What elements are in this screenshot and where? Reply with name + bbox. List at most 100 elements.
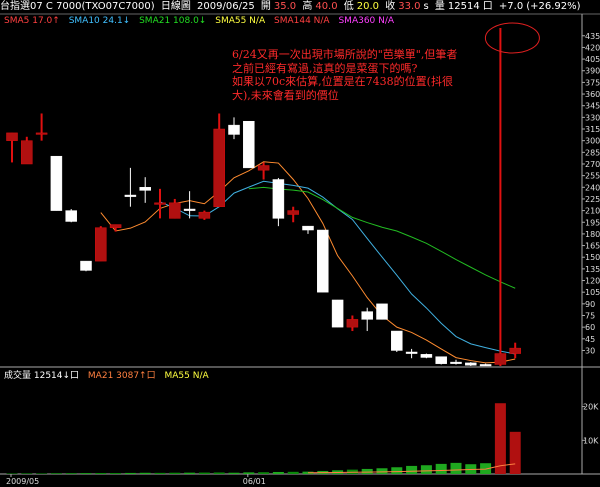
- volume-bar: [509, 431, 521, 474]
- candle-body: [183, 208, 196, 211]
- volume-bar: [243, 472, 255, 474]
- y-tick-label: 315: [585, 125, 600, 134]
- volume-bar: [95, 472, 107, 474]
- volume-bar: [450, 462, 462, 474]
- candle-body: [6, 132, 18, 141]
- candle-body: [465, 362, 477, 366]
- y-tick-label: 270: [585, 160, 600, 169]
- y-tick-label: 300: [585, 137, 600, 146]
- annotation-line-2: 之前已經有寫過,這真的是菜蛋下的嗎?: [232, 61, 418, 75]
- candle-body: [95, 227, 107, 262]
- y-tick-label: 150: [585, 253, 600, 262]
- y-tick-label: 45: [585, 335, 595, 344]
- y-tick-label: 375: [585, 78, 600, 87]
- annotation-line-1: 6/24又再一次出現市場所說的"芭樂單",但筆者: [232, 48, 458, 61]
- candle-body: [272, 179, 285, 219]
- candle-body: [21, 140, 33, 165]
- volume-bar: [50, 473, 62, 474]
- y-tick-label: 405: [585, 55, 600, 64]
- candle-body: [65, 210, 77, 222]
- volume-bar: [494, 403, 506, 474]
- annotation-note: 6/24又再一次出現市場所說的"芭樂單",但筆者 之前已經有寫過,這真的是菜蛋下…: [232, 48, 482, 102]
- y-tick-label: 240: [585, 183, 600, 192]
- volume-bar: [198, 472, 210, 474]
- volume-bar: [376, 468, 388, 474]
- y-tick-label: 195: [585, 218, 600, 227]
- candle-body: [198, 211, 211, 219]
- volume-bar: [406, 465, 418, 474]
- y-tick-label: 60: [585, 323, 595, 332]
- candle-body: [494, 353, 507, 365]
- y-tick-label: 180: [585, 230, 600, 239]
- volume-bar: [184, 472, 196, 474]
- candle-body: [420, 354, 433, 358]
- candle-body: [50, 155, 63, 211]
- candle-body: [391, 330, 403, 351]
- x-tick-label: 2009/05: [6, 477, 39, 486]
- y-tick-label: 165: [585, 242, 600, 251]
- x-tick-label: 06/01: [243, 477, 266, 486]
- y-tick-label: 225: [585, 195, 600, 204]
- candle-body: [228, 124, 240, 135]
- y-tick-label: 30: [585, 346, 595, 355]
- y-tick-label: 435: [585, 32, 600, 41]
- candle-body: [35, 132, 48, 135]
- volume-bar: [65, 473, 77, 474]
- y-tick-label: 390: [585, 67, 600, 76]
- y-tick-label: 135: [585, 265, 600, 274]
- candle-body: [213, 128, 225, 207]
- candle-body: [509, 347, 521, 354]
- y-tick-label: 360: [585, 90, 600, 99]
- candle-body: [361, 311, 373, 320]
- candle-body: [376, 303, 388, 320]
- volume-bar: [435, 463, 447, 474]
- y-tick-label: 90: [585, 300, 595, 309]
- y-tick-label: 75: [585, 311, 595, 320]
- candle-body: [80, 260, 92, 271]
- volume-bar: [420, 465, 432, 474]
- candle-body: [169, 202, 181, 219]
- candle-body: [450, 361, 462, 364]
- candle-body: [479, 364, 492, 367]
- candle-body: [243, 120, 255, 169]
- volume-bar: [213, 472, 225, 474]
- candle-body: [317, 229, 329, 293]
- volume-bar: [169, 472, 181, 474]
- candle-body: [124, 194, 137, 197]
- volume-bar: [21, 473, 33, 474]
- annotation-line-3: 如果以70c來估算,位置是在7438的位置(抖很: [232, 75, 453, 88]
- y-tick-label: 330: [585, 113, 600, 122]
- ma-line-sma21: [248, 186, 516, 289]
- y-tick-label: 120: [585, 277, 600, 286]
- candle-body: [154, 202, 166, 205]
- annotation-line-4: 大),未來會看到的價位: [232, 88, 339, 102]
- y-tick-label: 255: [585, 172, 600, 181]
- volume-bar: [272, 471, 284, 474]
- volume-bar: [6, 473, 18, 474]
- volume-bar: [110, 473, 122, 474]
- volume-tick-label: 10K: [583, 436, 599, 445]
- y-tick-label: 105: [585, 288, 600, 297]
- highlight-circle: [484, 22, 540, 54]
- y-tick-label: 420: [585, 43, 600, 52]
- y-tick-label: 285: [585, 148, 600, 157]
- candle-body: [109, 224, 122, 228]
- volume-bar: [228, 472, 240, 474]
- volume-bar: [124, 472, 136, 474]
- y-tick-label: 210: [585, 207, 600, 216]
- y-tick-label: 345: [585, 102, 600, 111]
- candle-body: [405, 351, 418, 354]
- ma-line-sma10: [159, 180, 516, 355]
- candle-body: [287, 210, 299, 215]
- volume-bar: [36, 473, 48, 474]
- candle-body: [257, 165, 270, 171]
- volume-bar: [361, 468, 373, 474]
- volume-tick-label: 20K: [583, 403, 599, 412]
- volume-bar: [154, 472, 166, 474]
- candle-body: [331, 299, 344, 328]
- volume-bar: [139, 472, 151, 474]
- candle-body: [139, 187, 151, 191]
- volume-bar: [258, 472, 270, 474]
- volume-bar: [80, 473, 92, 474]
- candle-body: [302, 225, 314, 231]
